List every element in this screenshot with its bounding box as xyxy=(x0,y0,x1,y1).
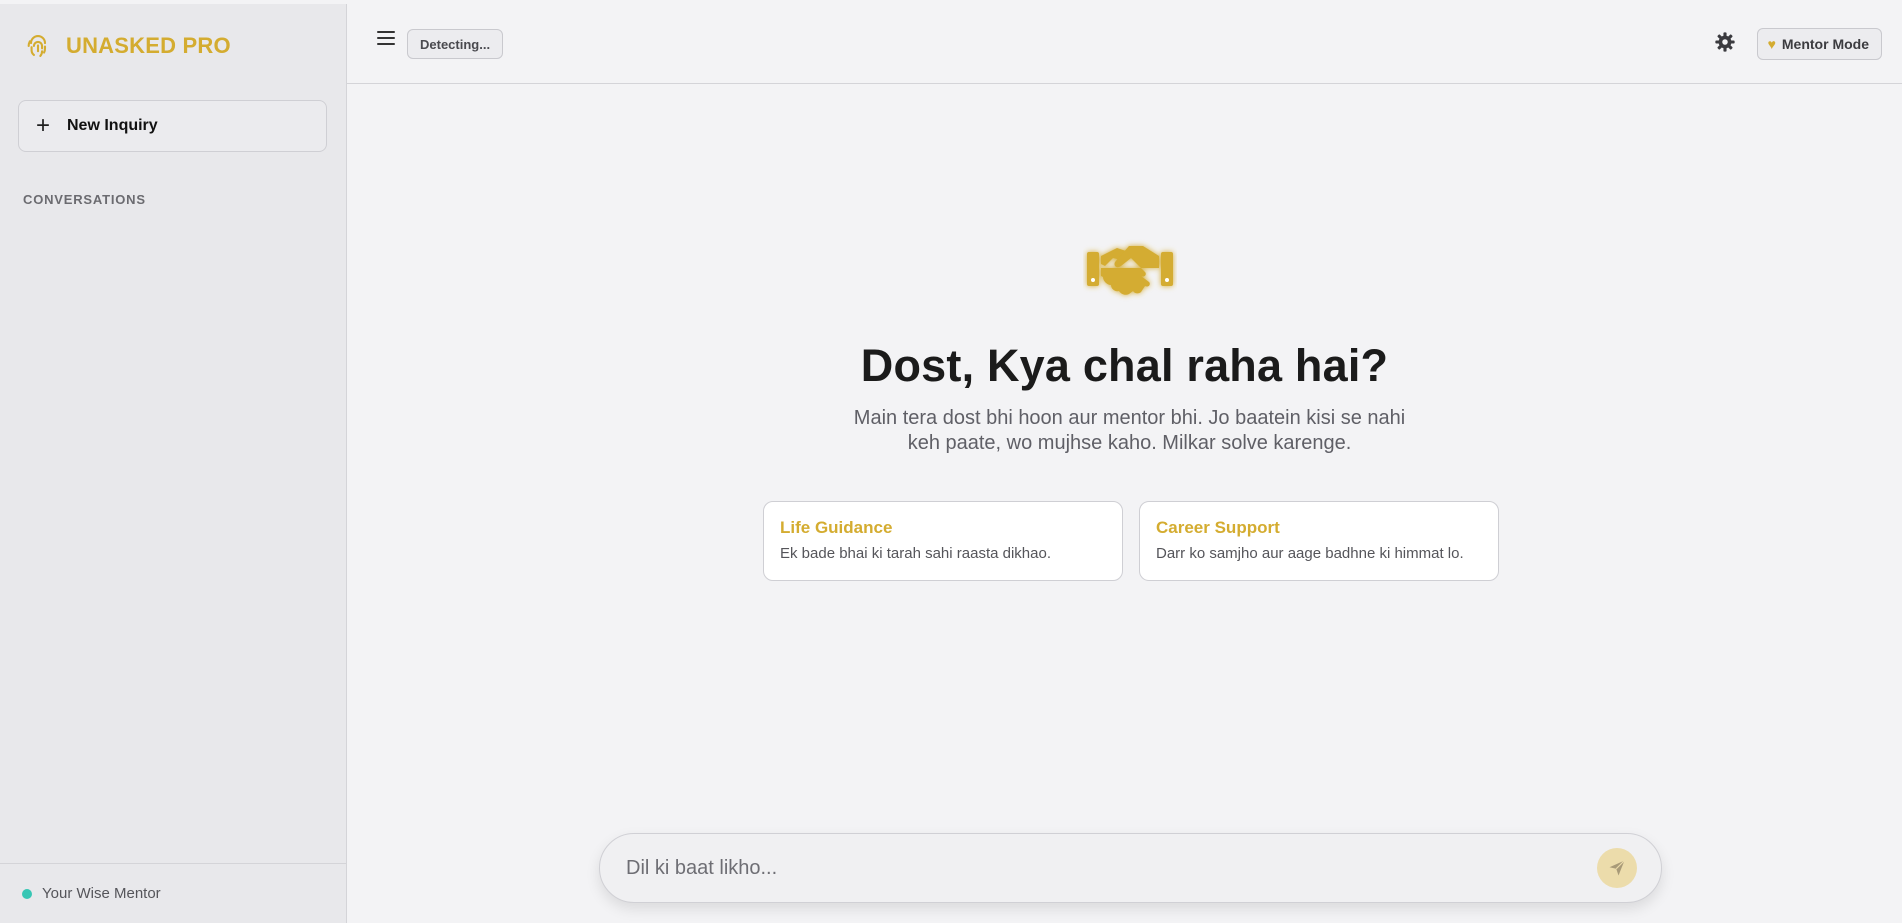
hamburger-menu-icon[interactable] xyxy=(377,31,395,47)
fingerprint-icon xyxy=(27,35,47,57)
new-inquiry-label: New Inquiry xyxy=(67,117,158,134)
brand: UNASKED PRO xyxy=(24,32,231,60)
hero-subtitle: Main tera dost bhi hoon aur mentor bhi. … xyxy=(853,407,1406,454)
card-title: Career Support xyxy=(1156,518,1280,537)
suggestion-card-life-guidance[interactable]: Life Guidance Ek bade bhai ki tarah sahi… xyxy=(763,501,1123,581)
app-window: UNASKED PRO + New Inquiry CONVERSATIONS … xyxy=(0,4,1902,923)
sidebar-footer: Your Wise Mentor xyxy=(0,863,346,923)
card-description: Ek bade bhai ki tarah sahi raasta dikhao… xyxy=(780,545,1052,562)
message-composer xyxy=(599,833,1662,903)
send-icon xyxy=(1609,860,1625,876)
message-input[interactable] xyxy=(600,834,1597,902)
status-dot xyxy=(22,888,32,899)
gear-icon[interactable] xyxy=(1714,31,1736,53)
footer-label: Your Wise Mentor xyxy=(42,885,161,902)
mentor-mode-label: Mentor Mode xyxy=(1781,36,1869,52)
card-description: Darr ko samjho aur aage badhne ki himmat… xyxy=(1156,545,1464,562)
detecting-status-pill: Detecting... xyxy=(407,29,504,59)
main-panel: Detecting... ♥ Mentor Mode Dost, Kya cha… xyxy=(347,4,1902,923)
plus-icon: + xyxy=(35,112,50,139)
brand-title: UNASKED PRO xyxy=(66,33,231,58)
heart-icon: ♥ xyxy=(1767,36,1776,52)
suggestion-card-career-support[interactable]: Career Support Darr ko samjho aur aage b… xyxy=(1139,501,1499,581)
send-button[interactable] xyxy=(1597,848,1637,888)
new-inquiry-button[interactable]: + New Inquiry xyxy=(18,100,327,152)
mentor-mode-button[interactable]: ♥ Mentor Mode xyxy=(1756,28,1882,60)
hero-title: Dost, Kya chal raha hai? xyxy=(860,340,1389,391)
handshake-icon xyxy=(1087,246,1173,295)
conversations-heading: CONVERSATIONS xyxy=(23,192,146,207)
card-title: Life Guidance xyxy=(780,518,893,537)
topbar: Detecting... ♥ Mentor Mode xyxy=(347,4,1902,84)
sidebar: UNASKED PRO + New Inquiry CONVERSATIONS … xyxy=(0,4,347,923)
